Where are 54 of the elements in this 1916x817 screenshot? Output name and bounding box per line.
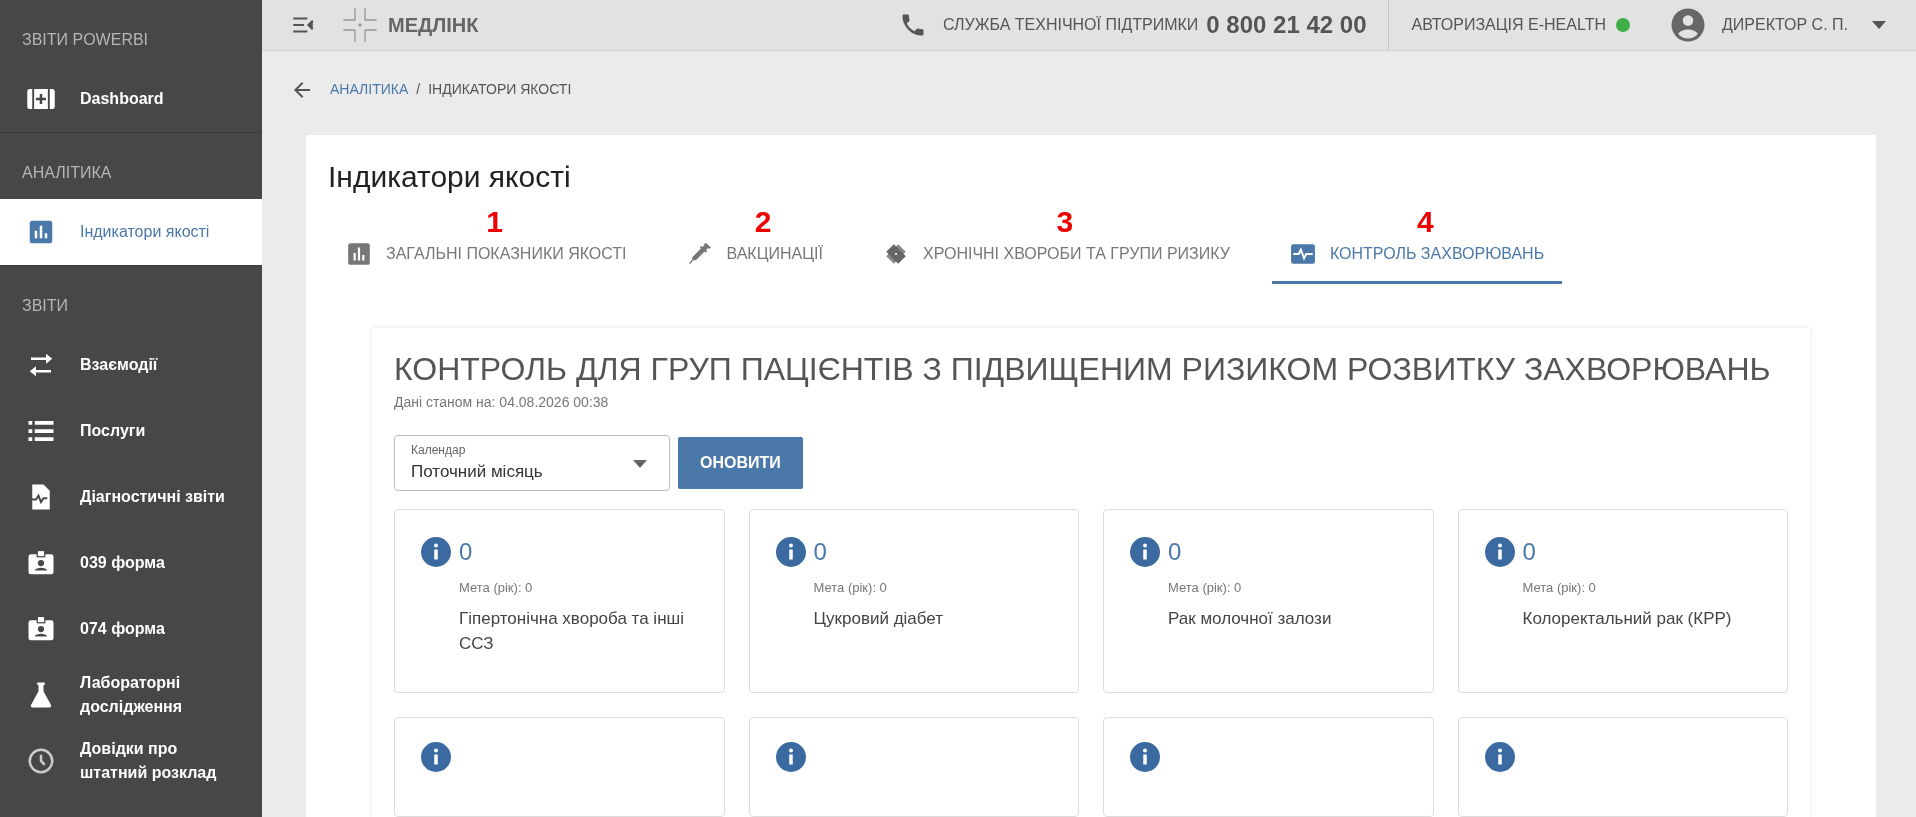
- info-icon: [1484, 537, 1515, 567]
- auth-status-label: АВТОРИЗАЦІЯ E-HEALTH: [1411, 15, 1606, 35]
- info-icon: [775, 537, 806, 567]
- caret-icon: [633, 460, 647, 468]
- indicator-value: 0: [1522, 537, 1536, 567]
- indicator-name: Колоректальний рак (КРР): [1521, 607, 1733, 630]
- step-number: 2: [754, 206, 772, 237]
- sidebar-item[interactable]: Dashboard: [0, 66, 262, 132]
- data-timestamp: Дані станом на: 04.08.2026 00:38: [394, 393, 610, 412]
- section-header: ЗВІТИ POWERBI: [21, 30, 150, 50]
- sidebar-item[interactable]: Довідки про штатний розклад: [0, 728, 262, 794]
- sidebar-item[interactable]: Послуги: [0, 398, 262, 464]
- breadcrumb-link[interactable]: АНАЛІТИКА: [330, 79, 409, 101]
- goal-text: Мета (рік): 0: [458, 579, 534, 597]
- info-icon: [775, 742, 806, 772]
- info-icon: [421, 742, 451, 772]
- refresh-button[interactable]: ОНОВИТИ: [678, 437, 803, 489]
- caret-icon: [1872, 21, 1886, 29]
- breadcrumb-separator: /: [416, 80, 421, 100]
- indicator-value: 0: [459, 537, 473, 567]
- indicator-value: 0: [1168, 537, 1182, 567]
- clock-icon: [26, 746, 56, 776]
- sidebar-item[interactable]: Взаємодії: [0, 332, 262, 398]
- bar-chart-icon: [346, 240, 372, 267]
- support-label: СЛУЖБА ТЕХНІЧНОЇ ПІДТРИМКИ: [943, 15, 1199, 35]
- user-menu[interactable]: ДИРЕКТОР С. П.: [1722, 13, 1886, 37]
- support-phone: 0 800 21 42 00: [1206, 10, 1367, 40]
- sidebar-item[interactable]: Лабораторні дослідження: [0, 662, 262, 728]
- step-number: 3: [1056, 206, 1074, 237]
- panel-title: КОНТРОЛЬ ДЛЯ ГРУП ПАЦІЄНТІВ З ПІДВИЩЕНИМ РИЗИКОМ РОЗВИТКУ ЗАХВОРЮВАНЬ: [394, 349, 1772, 388]
- sidebar-item[interactable]: 039 форма: [0, 530, 262, 596]
- step-number: 1: [486, 206, 503, 237]
- user-avatar-icon: [1670, 7, 1706, 43]
- indicator-value: 0: [813, 537, 827, 567]
- goal-text: Мета (рік): 0: [1521, 579, 1597, 597]
- sidebar-item[interactable]: 074 форма: [0, 596, 262, 662]
- breadcrumb-current: ІНДИКАТОРИ ЯКОСТІ: [428, 80, 572, 100]
- sidebar-item[interactable]: Індикатори якості: [0, 199, 262, 265]
- info-icon: [1484, 742, 1515, 772]
- page-title: Індикатори якості: [328, 158, 572, 195]
- logo-text: МЕДЛІНК: [388, 13, 479, 38]
- indicator-name: Цукровий діабет: [812, 607, 945, 630]
- info-icon: [421, 537, 451, 567]
- section-header: АНАЛІТИКА: [21, 163, 113, 183]
- indicator-name: Гіпертонічна хвороба та інші ССЗ: [458, 607, 685, 655]
- logo-icon: [340, 5, 380, 45]
- section-header: ЗВІТИ: [21, 296, 70, 316]
- goal-text: Мета (рік): 0: [1167, 579, 1243, 597]
- info-icon: [1130, 537, 1160, 567]
- indicator-name: Рак молочної залози: [1167, 607, 1333, 630]
- goal-text: Мета (рік): 0: [812, 579, 888, 597]
- sidebar-item[interactable]: Діагностичні звіти: [0, 464, 262, 530]
- info-icon: [1130, 742, 1160, 772]
- calendar-dropdown[interactable]: Календар Поточний місяць: [394, 435, 670, 491]
